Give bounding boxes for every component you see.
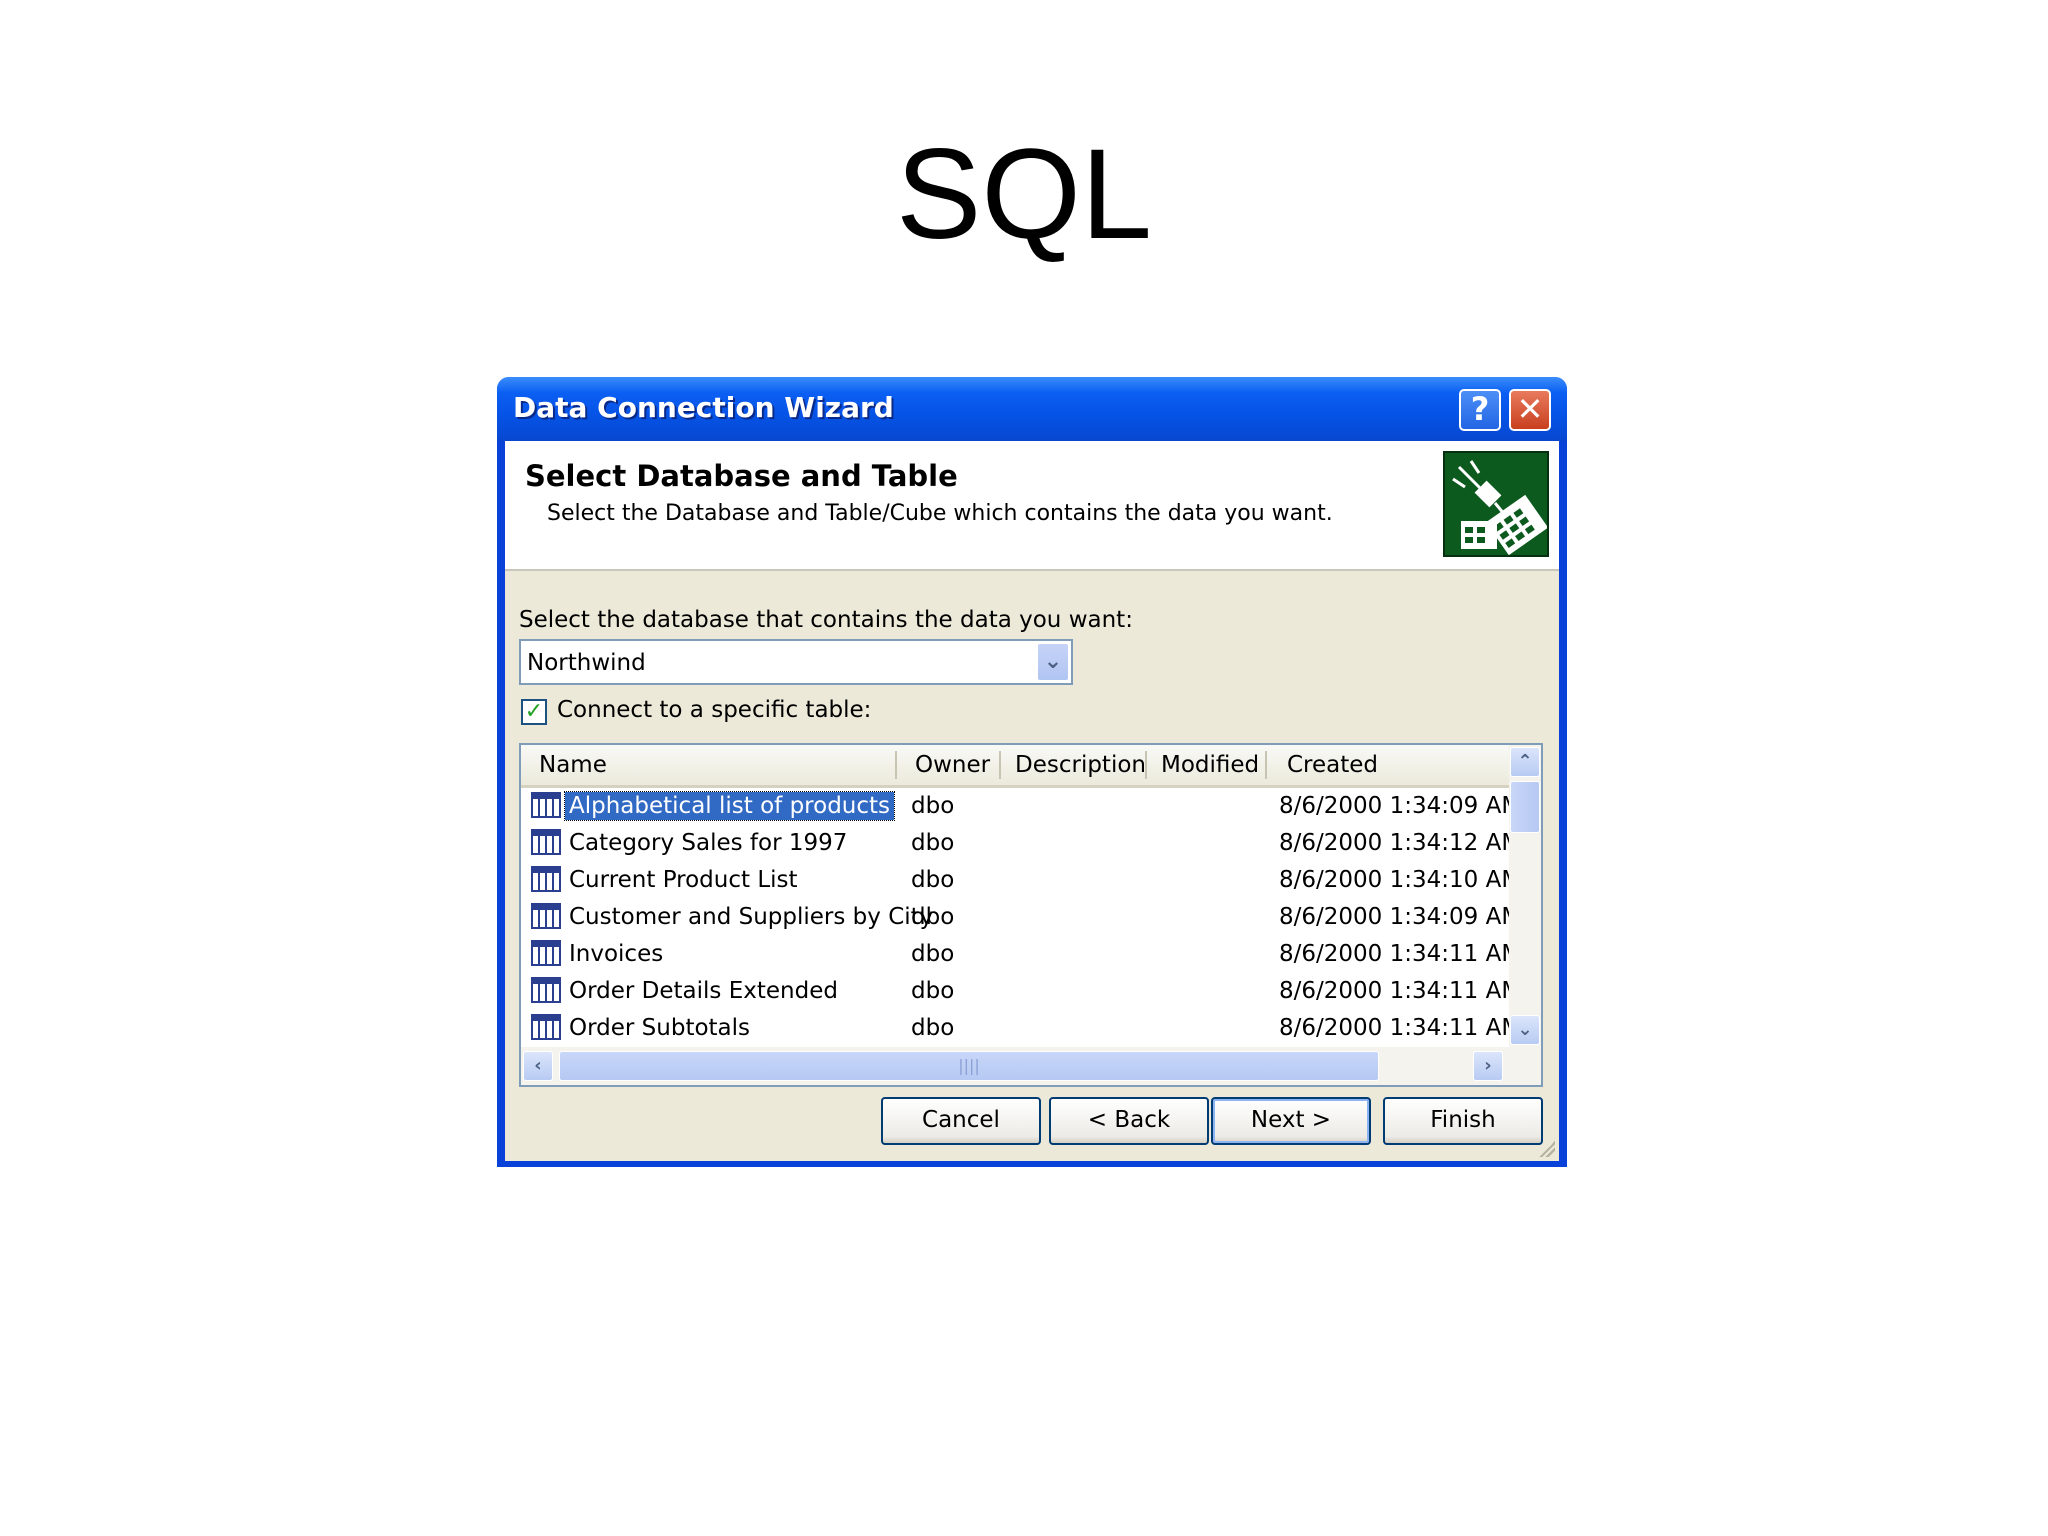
row-owner: dbo: [911, 941, 955, 967]
horizontal-scrollbar[interactable]: ‹ |||| ›: [521, 1047, 1541, 1085]
table-view-icon: [531, 940, 561, 966]
chevron-down-icon[interactable]: ⌄: [1037, 643, 1069, 681]
table-list-rows: Alphabetical list of products dbo 8/6/20…: [521, 788, 1521, 1046]
slide-title: SQL: [895, 123, 1153, 266]
table-view-icon: [531, 903, 561, 929]
cancel-button[interactable]: Cancel: [881, 1097, 1041, 1145]
wizard-step-subtitle: Select the Database and Table/Cube which…: [547, 501, 1333, 526]
scroll-down-icon[interactable]: ⌄: [1510, 1015, 1540, 1045]
connect-specific-table-checkbox[interactable]: ✓: [521, 699, 547, 725]
row-owner: dbo: [911, 904, 955, 930]
table-view-icon: [531, 829, 561, 855]
back-button[interactable]: < Back: [1049, 1097, 1209, 1145]
column-header-created[interactable]: Created: [1287, 745, 1378, 785]
row-name: Order Subtotals: [569, 1015, 751, 1041]
row-owner: dbo: [911, 867, 955, 893]
connect-specific-table-label: Connect to a specific table:: [557, 697, 872, 723]
row-created: 8/6/2000 1:34:11 AM: [1279, 1015, 1522, 1041]
horizontal-scroll-thumb[interactable]: ||||: [559, 1051, 1379, 1081]
table-list-header: Name Owner Description Modified Created: [521, 745, 1509, 788]
help-button[interactable]: ?: [1459, 389, 1501, 431]
table-row[interactable]: Order Subtotals dbo 8/6/2000 1:34:11 AM: [521, 1010, 1521, 1046]
table-view-icon: [531, 792, 561, 818]
dialog-client-area: Select Database and Table Select the Dat…: [505, 441, 1559, 1161]
database-select-value: Northwind: [527, 650, 646, 676]
row-created: 8/6/2000 1:34:11 AM: [1279, 978, 1522, 1004]
table-view-icon: [531, 866, 561, 892]
vertical-scroll-thumb[interactable]: [1510, 781, 1540, 833]
row-name: Current Product List: [569, 867, 798, 893]
table-row[interactable]: Category Sales for 1997 dbo 8/6/2000 1:3…: [521, 825, 1521, 861]
row-created: 8/6/2000 1:34:09 AM: [1279, 793, 1522, 819]
row-created: 8/6/2000 1:34:10 AM: [1279, 867, 1522, 893]
vertical-scrollbar[interactable]: ⌃ ⌄: [1509, 745, 1541, 1047]
table-row[interactable]: Invoices dbo 8/6/2000 1:34:11 AM: [521, 936, 1521, 972]
table-view-icon: [531, 977, 561, 1003]
column-header-owner[interactable]: Owner: [915, 745, 990, 785]
table-row[interactable]: Current Product List dbo 8/6/2000 1:34:1…: [521, 862, 1521, 898]
next-button[interactable]: Next >: [1211, 1097, 1371, 1145]
database-select[interactable]: Northwind ⌄: [519, 639, 1073, 685]
title-bar[interactable]: Data Connection Wizard ? ✕: [497, 377, 1567, 441]
plug-database-icon: [1443, 451, 1549, 557]
close-button[interactable]: ✕: [1509, 389, 1551, 431]
database-label: Select the database that contains the da…: [519, 607, 1133, 633]
finish-button[interactable]: Finish: [1383, 1097, 1543, 1145]
scroll-up-icon[interactable]: ⌃: [1510, 747, 1540, 777]
wizard-step-title: Select Database and Table: [525, 459, 958, 493]
table-row[interactable]: Order Details Extended dbo 8/6/2000 1:34…: [521, 973, 1521, 1009]
window-title: Data Connection Wizard: [513, 391, 894, 424]
table-list[interactable]: Name Owner Description Modified Created …: [519, 743, 1543, 1087]
row-owner: dbo: [911, 830, 955, 856]
row-created: 8/6/2000 1:34:11 AM: [1279, 941, 1522, 967]
column-header-name[interactable]: Name: [539, 745, 607, 785]
row-owner: dbo: [911, 1015, 955, 1041]
row-name: Category Sales for 1997: [569, 830, 848, 856]
scroll-left-icon[interactable]: ‹: [523, 1051, 553, 1081]
row-created: 8/6/2000 1:34:09 AM: [1279, 904, 1522, 930]
column-header-description[interactable]: Description: [1015, 745, 1146, 785]
scroll-right-icon[interactable]: ›: [1473, 1051, 1503, 1081]
row-name: Alphabetical list of products: [563, 791, 896, 821]
row-name: Customer and Suppliers by City: [569, 904, 934, 930]
column-header-modified[interactable]: Modified: [1161, 745, 1259, 785]
table-view-icon: [531, 1014, 561, 1040]
row-name: Order Details Extended: [569, 978, 838, 1004]
row-owner: dbo: [911, 793, 955, 819]
table-row[interactable]: Alphabetical list of products dbo 8/6/20…: [521, 788, 1521, 824]
row-owner: dbo: [911, 978, 955, 1004]
wizard-header: Select Database and Table Select the Dat…: [505, 441, 1559, 571]
data-connection-wizard-dialog: Data Connection Wizard ? ✕ Select Databa…: [497, 377, 1567, 1167]
resize-grip-icon[interactable]: [1539, 1141, 1555, 1157]
row-created: 8/6/2000 1:34:12 AM: [1279, 830, 1522, 856]
row-name: Invoices: [569, 941, 664, 967]
table-row[interactable]: Customer and Suppliers by City dbo 8/6/2…: [521, 899, 1521, 935]
